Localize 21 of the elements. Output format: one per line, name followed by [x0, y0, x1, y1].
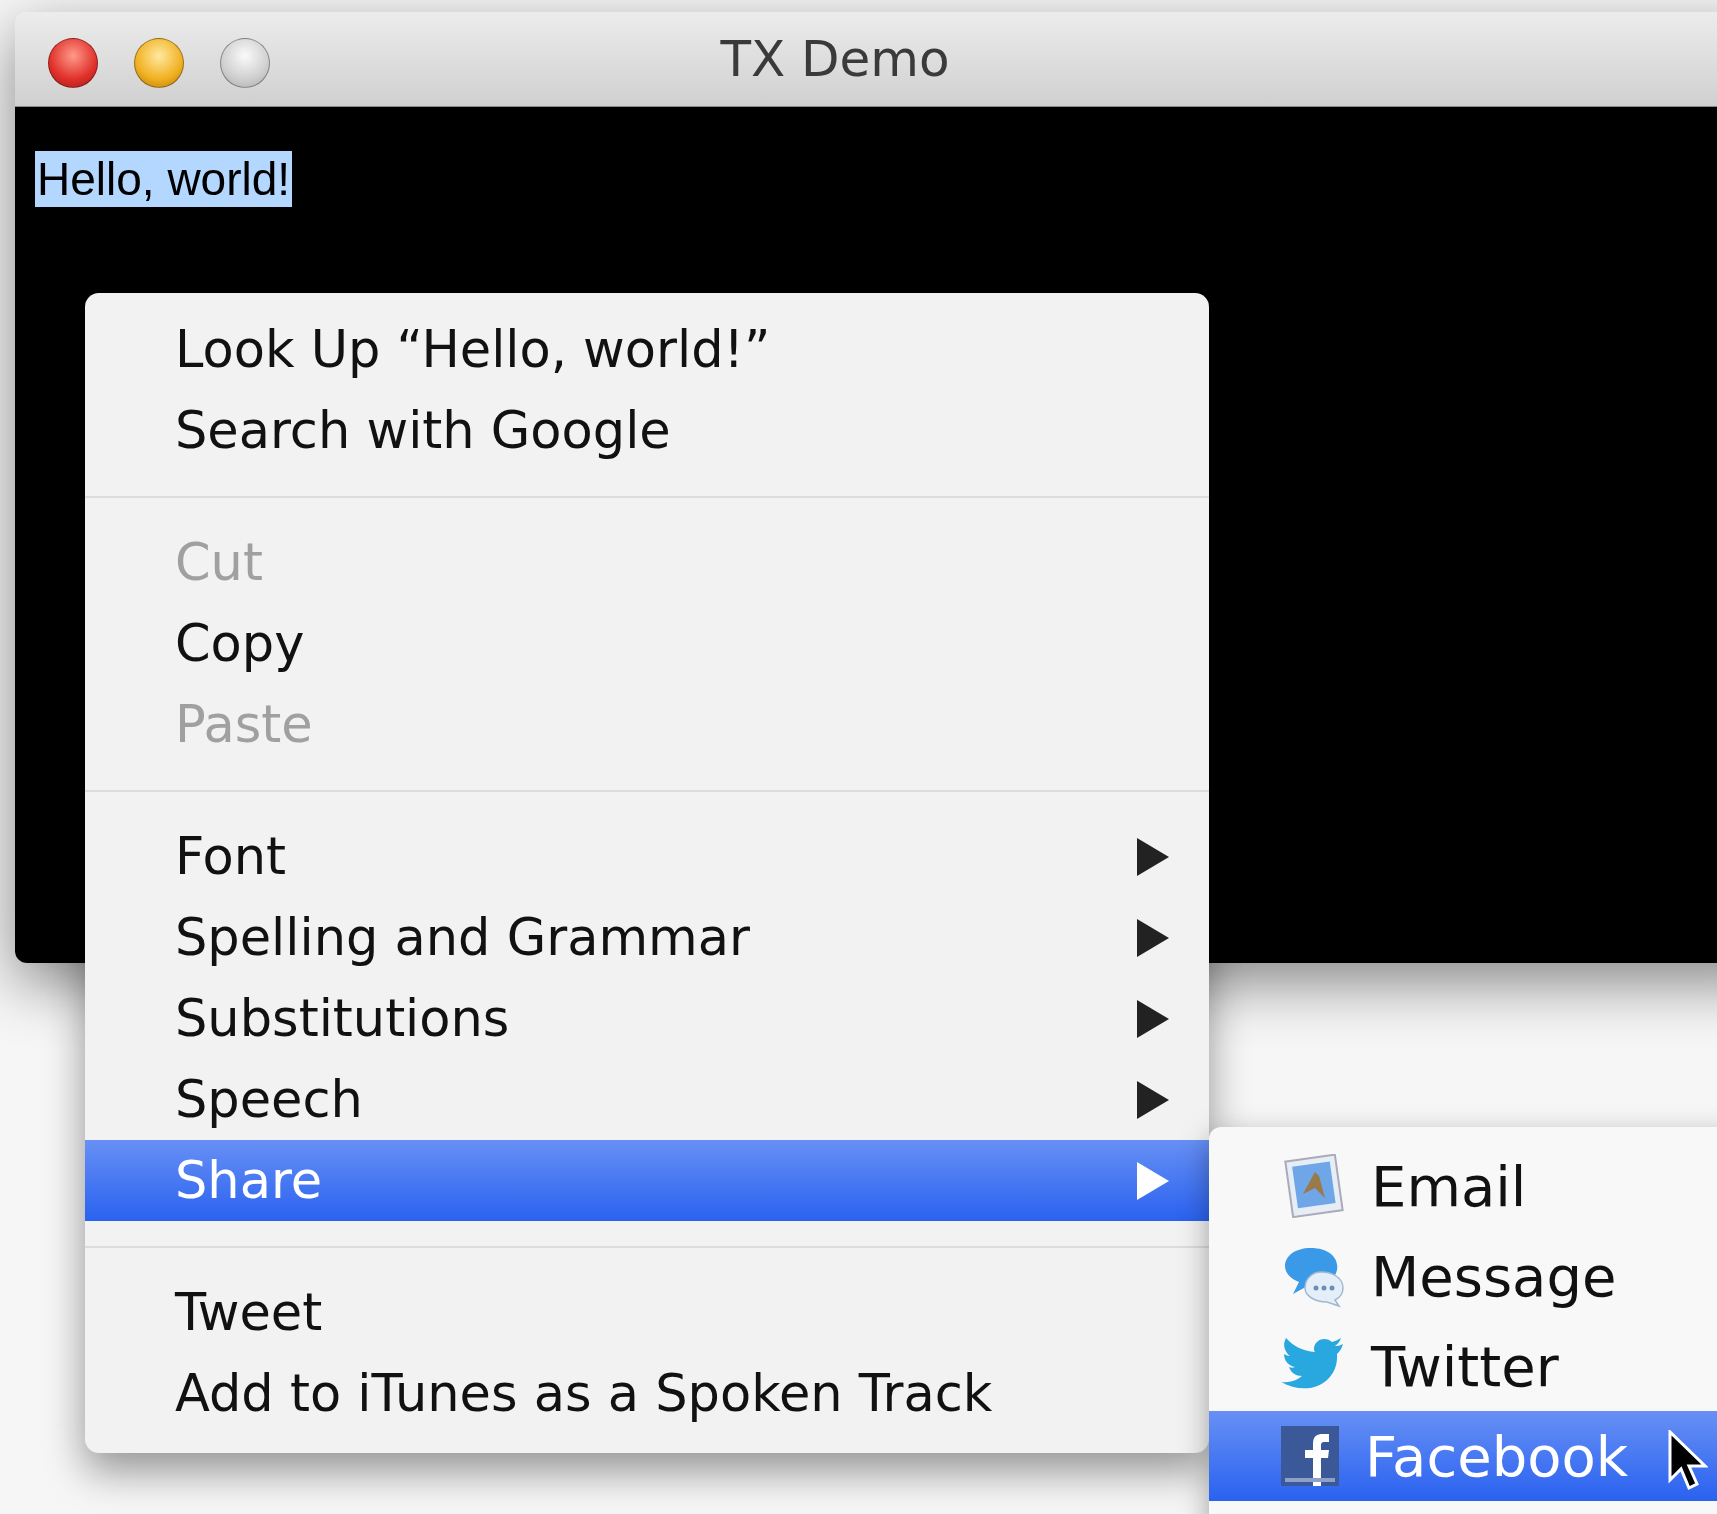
- close-button[interactable]: [48, 38, 98, 88]
- selected-text: Hello, world!: [35, 151, 293, 207]
- menu-item[interactable]: Share: [85, 1140, 1209, 1221]
- menu-item[interactable]: Tweet: [85, 1272, 1209, 1353]
- menu-item[interactable]: Copy: [85, 603, 1209, 684]
- menu-item[interactable]: Look Up “Hello, world!”: [85, 309, 1209, 390]
- zoom-button[interactable]: [220, 38, 270, 88]
- submenu-item[interactable]: Message: [1209, 1231, 1717, 1321]
- menu-item[interactable]: Substitutions: [85, 978, 1209, 1059]
- menu-item[interactable]: Add to iTunes as a Spoken Track: [85, 1353, 1209, 1434]
- menu-item[interactable]: Speech: [85, 1059, 1209, 1140]
- menu-item[interactable]: Font: [85, 816, 1209, 897]
- submenu-item[interactable]: Twitter: [1209, 1321, 1717, 1411]
- menu-item[interactable]: Search with Google: [85, 390, 1209, 471]
- minimize-button[interactable]: [134, 38, 184, 88]
- submenu-item[interactable]: Email: [1209, 1141, 1717, 1231]
- pointer-icon: [1668, 1430, 1708, 1492]
- f-logo-icon: [1281, 1426, 1339, 1486]
- submenu-item[interactable]: Facebook: [1209, 1411, 1717, 1501]
- window-title: TX Demo: [720, 30, 950, 88]
- menu-item[interactable]: Spelling and Grammar: [85, 897, 1209, 978]
